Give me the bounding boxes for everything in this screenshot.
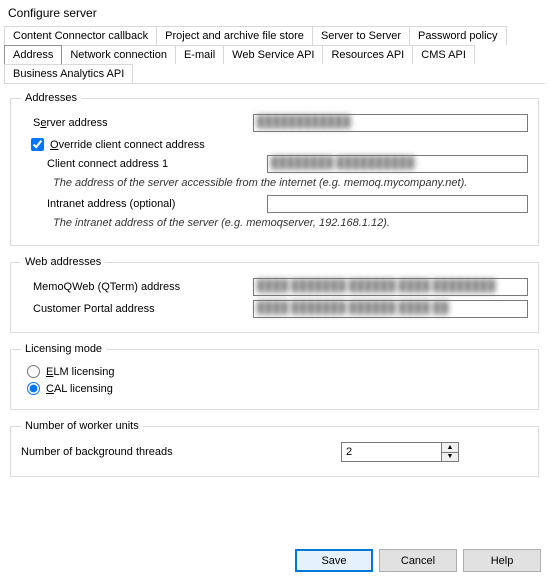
tab-content-connector-callback[interactable]: Content Connector callback	[4, 26, 157, 45]
tab-email[interactable]: E-mail	[175, 45, 224, 64]
customer-portal-address-label: Customer Portal address	[21, 303, 253, 315]
elm-licensing-label: ELM licensing	[46, 366, 114, 378]
spin-down-icon[interactable]: ▼	[442, 453, 458, 462]
server-address-label: Server address	[21, 117, 253, 129]
cal-licensing-label: CAL licensing	[46, 383, 113, 395]
cancel-button[interactable]: Cancel	[379, 549, 457, 572]
group-web-addresses: Web addresses MemoQWeb (QTerm) address █…	[10, 256, 539, 333]
intranet-hint: The intranet address of the server (e.g.…	[53, 217, 528, 229]
tab-server-to-server[interactable]: Server to Server	[312, 26, 410, 45]
background-threads-input[interactable]	[341, 442, 441, 462]
group-worker-units: Number of worker units Number of backgro…	[10, 420, 539, 477]
tab-network-connection[interactable]: Network connection	[61, 45, 176, 64]
tab-cms-api[interactable]: CMS API	[412, 45, 475, 64]
background-threads-label: Number of background threads	[21, 446, 341, 458]
intranet-address-input[interactable]	[267, 195, 528, 213]
override-client-connect-checkbox[interactable]: Override client connect address	[31, 138, 528, 151]
override-client-connect-label: Override client connect address	[50, 139, 205, 151]
memoqweb-address-label: MemoQWeb (QTerm) address	[21, 281, 253, 293]
server-address-input[interactable]: ████████████	[253, 114, 528, 132]
elm-licensing-radio[interactable]: ELM licensing	[27, 365, 528, 378]
elm-licensing-radio-input[interactable]	[27, 365, 40, 378]
cal-licensing-radio-input[interactable]	[27, 382, 40, 395]
group-licensing-mode-legend: Licensing mode	[21, 343, 106, 355]
group-web-addresses-legend: Web addresses	[21, 256, 105, 268]
override-client-connect-checkbox-input[interactable]	[31, 138, 44, 151]
window-title: Configure server	[0, 0, 549, 24]
memoqweb-address-input[interactable]: ████ ███████ ██████ ████ ████████	[253, 278, 528, 296]
customer-portal-address-input[interactable]: ████ ███████ ██████ ████ ██	[253, 300, 528, 318]
background-threads-stepper[interactable]: ▲ ▼	[341, 442, 459, 462]
group-worker-units-legend: Number of worker units	[21, 420, 143, 432]
save-button[interactable]: Save	[295, 549, 373, 572]
group-addresses: Addresses Server address ████████████ Ov…	[10, 92, 539, 246]
client-connect-address-label: Client connect address 1	[21, 158, 267, 170]
tab-address[interactable]: Address	[4, 45, 62, 64]
spin-up-icon[interactable]: ▲	[442, 443, 458, 453]
group-addresses-legend: Addresses	[21, 92, 81, 104]
tab-resources-api[interactable]: Resources API	[322, 45, 413, 64]
tab-business-analytics-api[interactable]: Business Analytics API	[4, 64, 133, 83]
tab-strip: Content Connector callback Project and a…	[0, 24, 549, 83]
cal-licensing-radio[interactable]: CAL licensing	[27, 382, 528, 395]
client-connect-hint: The address of the server accessible fro…	[53, 177, 528, 189]
tab-project-archive-file-store[interactable]: Project and archive file store	[156, 26, 313, 45]
tab-panel-address: Addresses Server address ████████████ Ov…	[4, 83, 545, 493]
dialog-footer: Save Cancel Help	[295, 549, 541, 572]
tab-web-service-api[interactable]: Web Service API	[223, 45, 323, 64]
intranet-address-label: Intranet address (optional)	[21, 198, 267, 210]
help-button[interactable]: Help	[463, 549, 541, 572]
group-licensing-mode: Licensing mode ELM licensing CAL licensi…	[10, 343, 539, 410]
tab-password-policy[interactable]: Password policy	[409, 26, 506, 45]
client-connect-address-input[interactable]: ████████ ██████████	[267, 155, 528, 173]
